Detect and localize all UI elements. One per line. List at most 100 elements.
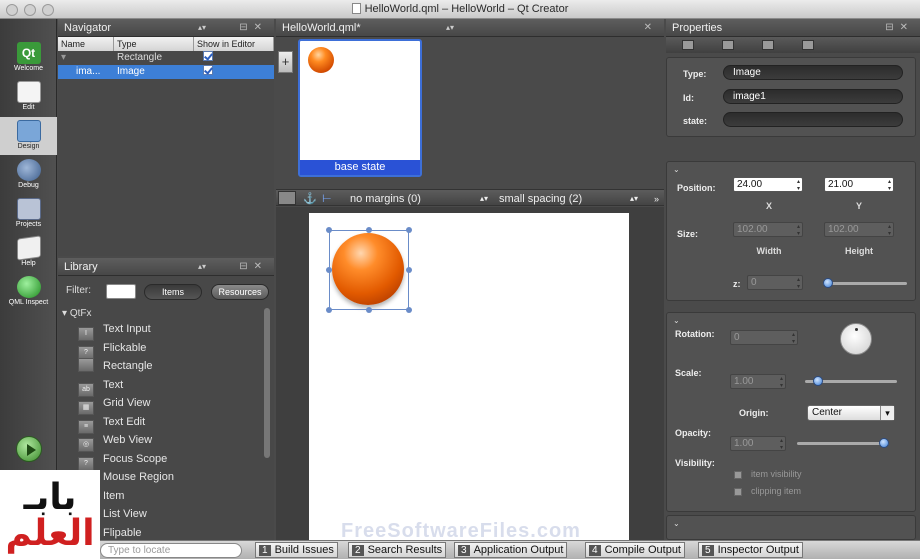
column-header-show[interactable]: Show in Editor [194, 37, 274, 51]
mode-debug[interactable]: Debug [0, 156, 57, 194]
resize-handle[interactable] [406, 267, 412, 273]
z-slider[interactable] [823, 278, 907, 288]
spacing-dropdown[interactable]: small spacing (2) [499, 191, 582, 205]
library-item[interactable]: ?Flipable [78, 524, 258, 545]
tree-row[interactable]: ▾ Rectangle [58, 51, 274, 65]
clipping-item-checkbox[interactable] [734, 488, 742, 496]
resize-handle[interactable] [326, 267, 332, 273]
collapse-icon[interactable]: ⌄ [673, 519, 680, 528]
application-output-tab[interactable]: 3 Application Output [454, 542, 568, 558]
library-item[interactable]: I Text Input [78, 320, 258, 341]
library-item[interactable]: ◎ Web View [78, 431, 258, 452]
library-item[interactable]: ? Focus Scope [78, 450, 258, 471]
type-field[interactable]: Image [723, 65, 903, 80]
column-header-name[interactable]: Name [58, 37, 114, 51]
locate-input[interactable]: Type to locate [100, 543, 242, 558]
anchor-icon[interactable]: ⚓ [303, 191, 317, 205]
column-header-type[interactable]: Type [114, 37, 194, 51]
panel-controls[interactable]: ⊟✕ [239, 19, 268, 37]
panel-controls[interactable]: ⊟✕ [239, 258, 268, 276]
collapse-icon[interactable]: ⌄ [673, 316, 680, 325]
snap-icon[interactable] [278, 191, 296, 205]
library-item[interactable]: ? Flickable [78, 339, 258, 360]
rotation-dial[interactable] [840, 323, 872, 355]
resize-handle[interactable] [326, 307, 332, 313]
mode-help[interactable]: Help [0, 234, 57, 272]
resize-handle[interactable] [366, 307, 372, 313]
mode-design[interactable]: Design [0, 117, 57, 155]
library-item[interactable]: ▦ Grid View [78, 394, 258, 415]
collapse-icon[interactable]: ⌄ [673, 165, 680, 174]
library-item[interactable]: ab Text [78, 376, 258, 397]
anchors-tab-icon[interactable] [722, 40, 734, 50]
add-state-button[interactable]: + [278, 51, 293, 73]
opacity-slider[interactable] [797, 438, 889, 448]
more-icon[interactable]: » [654, 191, 659, 205]
run-button[interactable] [16, 436, 42, 462]
more-section: ⌄ [666, 515, 916, 540]
filter-input[interactable] [106, 284, 136, 299]
height-spinbox[interactable]: 102.00 [824, 222, 894, 237]
search-results-tab[interactable]: 2 Search Results [348, 542, 447, 558]
tab-label: Search Results [367, 544, 443, 556]
properties-title: Properties [672, 22, 723, 34]
resize-handle[interactable] [326, 227, 332, 233]
origin-dropdown[interactable]: Center [807, 405, 895, 421]
mode-welcome[interactable]: Qt Welcome [0, 39, 57, 77]
tree-row[interactable]: ima... Image [58, 65, 274, 79]
x-spinbox[interactable]: 24.00 [733, 177, 803, 192]
tree-expander[interactable]: ▾ [58, 51, 114, 65]
library-item[interactable]: ↖Mouse Region [78, 468, 258, 489]
library-category[interactable]: ▾ QtFx [62, 308, 91, 319]
qml-canvas[interactable]: FreeSoftwareFiles.com [309, 213, 629, 542]
resources-tab[interactable]: Resources [211, 284, 269, 300]
selection-icon[interactable]: ⊢ [322, 191, 332, 205]
id-field[interactable]: image1 [723, 89, 903, 104]
title-bar: HelloWorld.qml – HelloWorld – Qt Creator [0, 0, 920, 19]
rotation-spinbox[interactable]: 0 [730, 330, 798, 345]
mode-projects[interactable]: Projects [0, 195, 57, 233]
panel-controls[interactable]: ⊟✕ [885, 19, 914, 37]
resize-handle[interactable] [406, 307, 412, 313]
compile-output-tab[interactable]: 4 Compile Output [585, 542, 685, 558]
width-spinbox[interactable]: 102.00 [733, 222, 803, 237]
state-field[interactable] [723, 112, 903, 127]
logo-line-1: بابـ [23, 477, 77, 518]
z-spinbox[interactable]: 0 [747, 275, 803, 290]
inspector-output-tab[interactable]: 5 Inspector Output [698, 542, 803, 558]
resize-handle[interactable] [406, 227, 412, 233]
z-slider-knob[interactable] [823, 278, 833, 288]
mode-edit[interactable]: Edit [0, 78, 57, 116]
opacity-slider-knob[interactable] [879, 438, 889, 448]
library-switch-icon[interactable]: ▴▾ [198, 258, 206, 276]
base-state-thumbnail[interactable]: base state [298, 39, 422, 177]
library-item-label: List View [103, 508, 147, 520]
library-item[interactable]: ≡ Text Edit [78, 413, 258, 434]
state-tab-icon[interactable] [802, 40, 814, 50]
editor-tab[interactable]: HelloWorld.qml* [282, 22, 361, 34]
scale-slider[interactable] [805, 376, 897, 386]
navigator-switch-icon[interactable]: ▴▾ [198, 19, 206, 37]
library-item[interactable]: Rectangle [78, 357, 258, 375]
show-in-editor-checkbox[interactable] [203, 65, 213, 75]
effects-tab-icon[interactable] [762, 40, 774, 50]
properties-tab-icon[interactable] [682, 40, 694, 50]
items-tab[interactable]: Items [144, 284, 202, 300]
mode-label: Projects [15, 221, 42, 228]
editor-switch-icon[interactable]: ▴▾ [446, 19, 454, 37]
show-in-editor-checkbox[interactable] [203, 51, 213, 61]
library-scrollbar[interactable] [264, 308, 270, 458]
selection-box[interactable] [326, 227, 412, 313]
margins-dropdown[interactable]: no margins (0) [350, 191, 421, 205]
mode-qml-inspect[interactable]: QML Inspect [0, 273, 57, 311]
library-item[interactable]: ☰List View [78, 505, 258, 526]
build-issues-tab[interactable]: 1 Build Issues [255, 542, 338, 558]
y-spinbox[interactable]: 21.00 [824, 177, 894, 192]
item-visibility-checkbox[interactable] [734, 471, 742, 479]
scale-spinbox[interactable]: 1.00 [730, 374, 786, 389]
library-item[interactable]: ?Item [78, 487, 258, 508]
resize-handle[interactable] [366, 227, 372, 233]
opacity-spinbox[interactable]: 1.00 [730, 436, 786, 451]
scale-slider-knob[interactable] [813, 376, 823, 386]
close-editor-icon[interactable]: ✕ [644, 19, 658, 37]
